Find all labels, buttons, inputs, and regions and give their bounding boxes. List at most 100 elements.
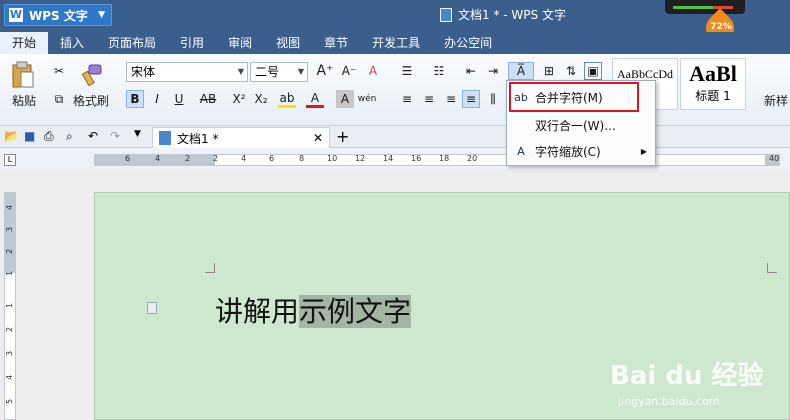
sort-icon[interactable]: ⇅ [562, 62, 580, 80]
ruler-tick-label: 18 [439, 154, 450, 163]
tab-insert[interactable]: 插入 [48, 32, 96, 54]
phonetic-guide-icon[interactable]: wén [358, 90, 377, 108]
font-size-select[interactable]: 二号 ▼ [250, 62, 308, 82]
ruler-tick-label: 2 [185, 154, 191, 163]
paste-button[interactable]: 粘贴 [4, 92, 44, 108]
tab-home[interactable]: 开始 [0, 32, 49, 54]
ruler-tick-label: 4 [5, 374, 15, 381]
undo-icon[interactable]: ↶ [88, 129, 98, 143]
menu-item-char-scale[interactable]: A 字符缩放(C) ▶ [507, 139, 655, 163]
new-tab-icon[interactable]: + [336, 127, 349, 146]
highlight-annotation [509, 82, 639, 112]
ruler-tick-label: 20 [467, 154, 478, 163]
ruler-tick-label: 40 [769, 154, 780, 163]
clear-format-icon[interactable]: A [364, 62, 382, 80]
menu-bar: 开始 插入 页面布局 引用 审阅 视图 章节 开发工具 办公空间 [0, 32, 790, 54]
document-icon [159, 131, 171, 145]
grow-font-icon[interactable]: A⁺ [316, 62, 334, 80]
ruler-tick-label: 2 [213, 154, 219, 163]
distributed-icon[interactable]: ⫼ [484, 90, 502, 108]
document-tab[interactable]: 文档1 * ✕ [152, 127, 330, 148]
decrease-indent-icon[interactable]: ⇤ [462, 62, 480, 80]
save-icon[interactable]: ■ [24, 129, 35, 143]
shrink-font-icon[interactable]: A⁻ [340, 62, 358, 80]
app-name: WPS 文字 [29, 8, 88, 23]
paragraph-handle-icon[interactable] [147, 302, 157, 314]
quick-access-toolbar: 📂 ■ ⎙ ⌕ ↶ ↷ ▼ + [0, 126, 790, 148]
char-scale-icon: A [517, 144, 525, 158]
format-painter-icon[interactable] [78, 60, 106, 90]
tab-review[interactable]: 审阅 [216, 32, 264, 54]
increase-indent-icon[interactable]: ⇥ [484, 62, 502, 80]
paste-icon[interactable] [8, 60, 38, 90]
ruler-tick-label: 3 [5, 350, 15, 357]
tab-office-space[interactable]: 办公空间 [432, 32, 504, 54]
char-shading-icon[interactable]: A [336, 90, 354, 108]
close-icon[interactable]: ✕ [313, 131, 323, 145]
redo-icon[interactable]: ↷ [110, 129, 120, 143]
ruler-tick-label: 2 [5, 326, 15, 333]
document-text[interactable]: 讲解用示例文字 [215, 290, 412, 330]
ruler-tick-label: 14 [383, 154, 394, 163]
tab-page-layout[interactable]: 页面布局 [96, 32, 168, 54]
ruler-tick-label: 4 [241, 154, 247, 163]
superscript-icon[interactable]: X² [230, 90, 248, 108]
open-icon[interactable]: 📂 [4, 129, 19, 143]
ruler-tick-label: 2 [5, 248, 15, 255]
ruler-tick-label: 1 [5, 270, 15, 277]
chevron-down-icon: ▼ [98, 10, 105, 20]
align-left-icon[interactable]: ≡ [398, 90, 416, 108]
chevron-down-icon: ▼ [297, 67, 304, 76]
ruler-tick-label: 6 [269, 154, 275, 163]
table-border-icon[interactable]: ⊞ [540, 62, 558, 80]
horizontal-ruler[interactable]: 6 4 2 2 4 6 8 10 12 14 16 18 20 40 [94, 154, 780, 166]
vertical-ruler[interactable]: 4 3 2 1 1 2 3 4 5 [4, 192, 16, 420]
ruler-tick-label: 4 [155, 154, 161, 163]
tab-section[interactable]: 章节 [312, 32, 360, 54]
subscript-icon[interactable]: X₂ [252, 90, 270, 108]
cut-icon[interactable]: ✂ [50, 62, 68, 80]
ruler-tick-label: 4 [5, 204, 15, 211]
justify-icon[interactable]: ≡ [462, 90, 480, 108]
chevron-down-icon: ▼ [237, 67, 244, 76]
font-name-select[interactable]: 宋体 ▼ [126, 62, 248, 82]
wps-logo-icon: W [9, 8, 23, 22]
align-right-icon[interactable]: ≡ [442, 90, 460, 108]
style-heading-1[interactable]: AaBl 标题 1 [680, 58, 746, 110]
status-widget [665, 0, 745, 14]
document-icon [440, 7, 452, 22]
align-center-icon[interactable]: ≡ [420, 90, 438, 108]
ruler-tick-label: 3 [5, 226, 15, 233]
watermark-brand: Bai du 经验 [610, 361, 764, 391]
tab-references[interactable]: 引用 [168, 32, 216, 54]
tab-stop-selector-icon[interactable]: L [4, 154, 16, 166]
bold-icon[interactable]: B [126, 90, 144, 108]
numbered-list-icon[interactable]: ☷ [430, 62, 448, 80]
tab-view[interactable]: 视图 [264, 32, 312, 54]
font-color-icon[interactable]: A [306, 90, 324, 108]
menu-item-two-lines-in-one[interactable]: 双行合一(W)... [507, 113, 655, 137]
italic-icon[interactable]: I [148, 90, 166, 108]
wps-app-menu-button[interactable]: W WPS 文字 ▼ [4, 4, 112, 26]
ruler-tick-label: 1 [5, 302, 15, 309]
highlight-icon[interactable]: ab [278, 90, 296, 108]
print-preview-icon[interactable]: ⌕ [66, 129, 73, 144]
ruler-tick-label: 10 [327, 154, 338, 163]
ruler-tick-label: 6 [125, 154, 131, 163]
format-painter-button[interactable]: 格式刷 [70, 92, 112, 108]
tab-developer[interactable]: 开发工具 [360, 32, 432, 54]
underline-icon[interactable]: U [170, 90, 188, 108]
customize-toolbar-icon[interactable]: ▼ [134, 129, 141, 139]
window-title: 文档1 * - WPS 文字 [440, 6, 566, 23]
show-hide-icon[interactable]: ▣ [584, 62, 602, 80]
chinese-layout-icon[interactable]: A̅ [508, 62, 534, 80]
ruler-tick-label: 8 [299, 154, 305, 163]
bullet-list-icon[interactable]: ☰ [398, 62, 416, 80]
ruler-tick-label: 16 [411, 154, 422, 163]
selected-text: 示例文字 [299, 295, 412, 328]
strikethrough-icon[interactable]: AB [196, 90, 220, 108]
copy-icon[interactable]: ⧉ [50, 90, 68, 108]
print-icon[interactable]: ⎙ [44, 129, 54, 144]
ruler-tick-label: 12 [355, 154, 366, 163]
new-style-button[interactable]: 新样 [762, 92, 790, 108]
